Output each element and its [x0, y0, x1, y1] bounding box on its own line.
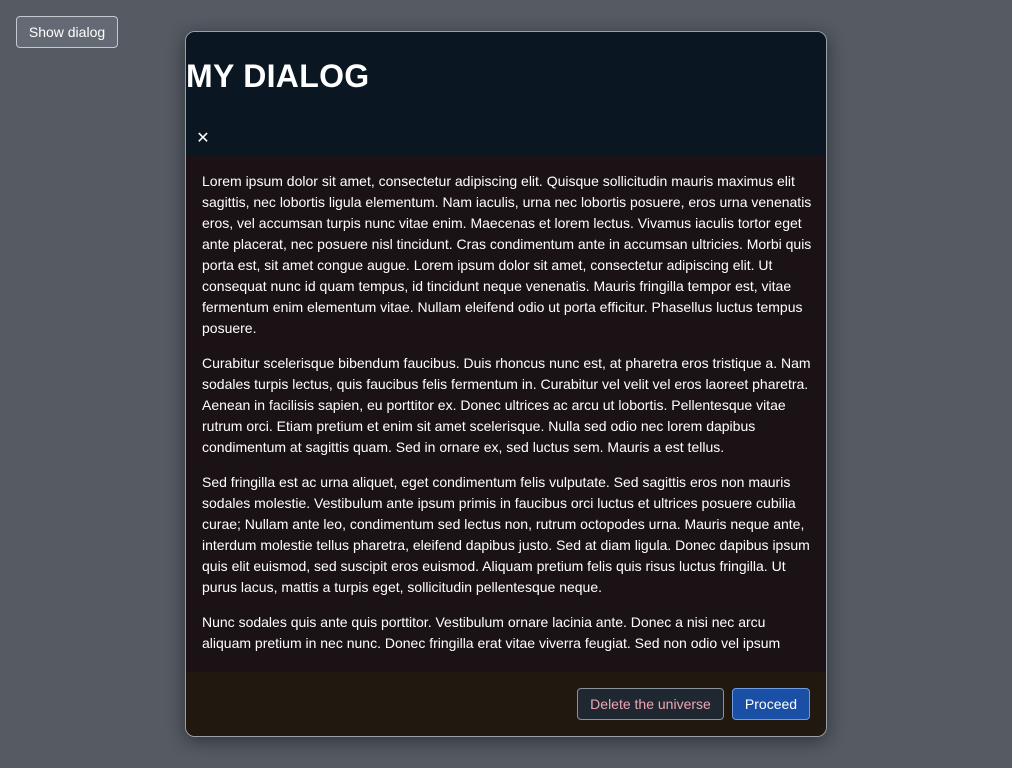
body-paragraph: Lorem ipsum dolor sit amet, consectetur …	[202, 173, 812, 336]
dialog-body[interactable]: Lorem ipsum dolor sit amet, consectetur …	[186, 155, 826, 672]
dialog-header: MY DIALOG ✕	[186, 32, 826, 155]
body-paragraph: Nunc sodales quis ante quis porttitor. V…	[202, 614, 781, 651]
dialog-footer: Delete the universe Proceed	[186, 672, 826, 736]
delete-universe-button[interactable]: Delete the universe	[577, 688, 724, 720]
dialog: MY DIALOG ✕ Lorem ipsum dolor sit amet, …	[185, 31, 827, 737]
dialog-title: MY DIALOG	[186, 58, 370, 94]
body-paragraph: Curabitur scelerisque bibendum faucibus.…	[202, 355, 811, 455]
show-dialog-button[interactable]: Show dialog	[16, 16, 118, 48]
proceed-button[interactable]: Proceed	[732, 688, 810, 720]
body-paragraph: Sed fringilla est ac urna aliquet, eget …	[202, 474, 810, 595]
close-icon[interactable]: ✕	[194, 128, 212, 148]
